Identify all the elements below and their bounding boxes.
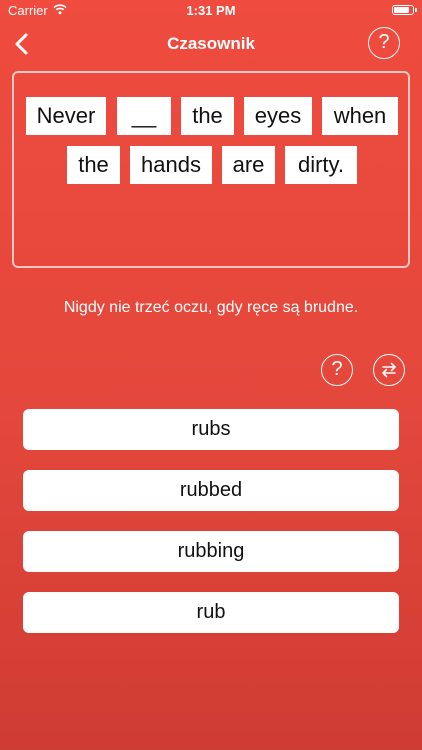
answer-option-rubbed[interactable]: rubbed <box>23 470 399 511</box>
back-button[interactable] <box>6 26 42 62</box>
sentence-word: the <box>67 146 120 184</box>
sentence-word: the <box>181 97 234 135</box>
answer-option-rubs[interactable]: rubs <box>23 409 399 450</box>
page-title: Czasownik <box>167 34 255 53</box>
chevron-left-icon <box>15 33 28 55</box>
battery-level <box>394 7 409 13</box>
sentence-word: are <box>222 146 275 184</box>
sentence-word: dirty. <box>285 146 357 184</box>
sentence-blank[interactable]: __ <box>117 97 171 135</box>
sentence-word: eyes <box>244 97 312 135</box>
answer-option-rubbing[interactable]: rubbing <box>23 531 399 572</box>
swap-button[interactable] <box>373 354 405 386</box>
status-bar: Carrier 1:31 PM <box>0 0 422 22</box>
question-icon: ? <box>331 358 343 380</box>
navigation-bar: Czasownik ? <box>0 22 422 66</box>
swap-arrows-icon <box>382 362 396 378</box>
sentence-word: Never <box>26 97 106 135</box>
sentence-box: Never __ the eyes when the hands are dir… <box>12 71 410 268</box>
question-icon: ? <box>378 31 390 53</box>
translation-text: Nigdy nie trzeć oczu, gdy ręce są brudne… <box>63 299 359 316</box>
clock-time: 1:31 PM <box>186 3 236 18</box>
help-button[interactable]: ? <box>368 27 400 59</box>
hint-button[interactable]: ? <box>321 354 353 386</box>
sentence-word: hands <box>130 146 212 184</box>
sentence-word: when <box>322 97 398 135</box>
answer-option-rub[interactable]: rub <box>23 592 399 633</box>
battery-icon <box>392 5 417 15</box>
